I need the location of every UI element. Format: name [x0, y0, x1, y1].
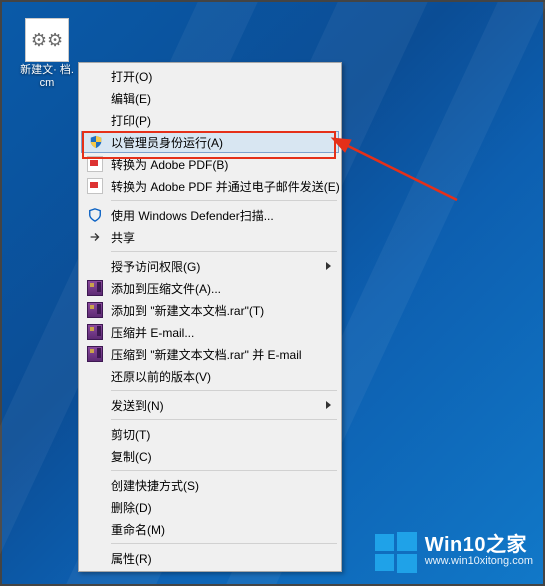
rar-icon — [87, 280, 103, 296]
annotation-arrow — [332, 132, 472, 215]
menu-label: 打开(O) — [111, 68, 152, 85]
desktop-background: ⚙⚙ 新建文· 档.cm 打开(O) 编辑(E) 打印(P) 以管理员身份运行(… — [2, 2, 543, 584]
desktop-file-icon[interactable]: ⚙⚙ 新建文· 档.cm — [20, 18, 74, 90]
menu-label: 还原以前的版本(V) — [111, 368, 211, 385]
menu-compress-email[interactable]: 压缩并 E-mail... — [81, 321, 339, 343]
rar-icon — [87, 324, 103, 340]
windows-logo-icon — [373, 530, 419, 576]
menu-label: 转换为 Adobe PDF 并通过电子邮件发送(E) — [111, 178, 340, 195]
chevron-right-icon — [326, 262, 331, 270]
menu-label: 授予访问权限(G) — [111, 258, 200, 275]
menu-convert-adobe-pdf[interactable]: 转换为 Adobe PDF(B) — [81, 153, 339, 175]
menu-copy[interactable]: 复制(C) — [81, 445, 339, 467]
menu-label: 以管理员身份运行(A) — [111, 134, 223, 151]
menu-print[interactable]: 打印(P) — [81, 109, 339, 131]
menu-label: 添加到 "新建文本文档.rar"(T) — [111, 302, 264, 319]
separator — [111, 470, 337, 471]
watermark-url: www.win10xitong.com — [425, 553, 533, 569]
menu-label: 编辑(E) — [111, 90, 151, 107]
chevron-right-icon — [326, 401, 331, 409]
separator — [111, 251, 337, 252]
menu-edit[interactable]: 编辑(E) — [81, 87, 339, 109]
menu-label: 压缩并 E-mail... — [111, 324, 194, 341]
menu-properties[interactable]: 属性(R) — [81, 547, 339, 569]
menu-label: 使用 Windows Defender扫描... — [111, 207, 274, 224]
menu-rename[interactable]: 重命名(M) — [81, 518, 339, 540]
rar-icon — [87, 302, 103, 318]
menu-open[interactable]: 打开(O) — [81, 65, 339, 87]
pdf-icon — [87, 156, 103, 172]
separator — [111, 390, 337, 391]
menu-restore-previous[interactable]: 还原以前的版本(V) — [81, 365, 339, 387]
menu-send-to[interactable]: 发送到(N) — [81, 394, 339, 416]
separator — [111, 543, 337, 544]
shield-icon — [88, 134, 104, 150]
menu-add-to-named-rar[interactable]: 添加到 "新建文本文档.rar"(T) — [81, 299, 339, 321]
gear-icon: ⚙⚙ — [31, 30, 63, 51]
defender-icon — [87, 207, 103, 223]
menu-label: 添加到压缩文件(A)... — [111, 280, 221, 297]
menu-label: 打印(P) — [111, 112, 151, 129]
separator — [111, 419, 337, 420]
menu-create-shortcut[interactable]: 创建快捷方式(S) — [81, 474, 339, 496]
menu-cut[interactable]: 剪切(T) — [81, 423, 339, 445]
menu-label: 删除(D) — [111, 499, 152, 516]
menu-label: 共享 — [111, 229, 135, 246]
menu-label: 压缩到 "新建文本文档.rar" 并 E-mail — [111, 346, 302, 363]
menu-run-as-admin[interactable]: 以管理员身份运行(A) — [81, 131, 339, 153]
menu-share[interactable]: 共享 — [81, 226, 339, 248]
menu-label: 转换为 Adobe PDF(B) — [111, 156, 228, 173]
menu-label: 属性(R) — [111, 550, 152, 567]
watermark: Win10之家 www.win10xitong.com — [373, 530, 533, 576]
menu-label: 复制(C) — [111, 448, 152, 465]
file-thumbnail: ⚙⚙ — [25, 18, 69, 62]
menu-label: 剪切(T) — [111, 426, 150, 443]
file-label: 新建文· 档.cm — [20, 64, 74, 90]
menu-label: 重命名(M) — [111, 521, 165, 538]
menu-grant-access[interactable]: 授予访问权限(G) — [81, 255, 339, 277]
menu-compress-named-email[interactable]: 压缩到 "新建文本文档.rar" 并 E-mail — [81, 343, 339, 365]
menu-convert-adobe-pdf-email[interactable]: 转换为 Adobe PDF 并通过电子邮件发送(E) — [81, 175, 339, 197]
separator — [111, 200, 337, 201]
watermark-title: Win10之家 — [425, 537, 533, 553]
context-menu: 打开(O) 编辑(E) 打印(P) 以管理员身份运行(A) 转换为 Adobe … — [78, 62, 342, 572]
menu-add-to-archive[interactable]: 添加到压缩文件(A)... — [81, 277, 339, 299]
share-icon — [87, 229, 103, 245]
menu-defender-scan[interactable]: 使用 Windows Defender扫描... — [81, 204, 339, 226]
menu-delete[interactable]: 删除(D) — [81, 496, 339, 518]
rar-icon — [87, 346, 103, 362]
menu-label: 发送到(N) — [111, 397, 164, 414]
pdf-icon — [87, 178, 103, 194]
menu-label: 创建快捷方式(S) — [111, 477, 199, 494]
